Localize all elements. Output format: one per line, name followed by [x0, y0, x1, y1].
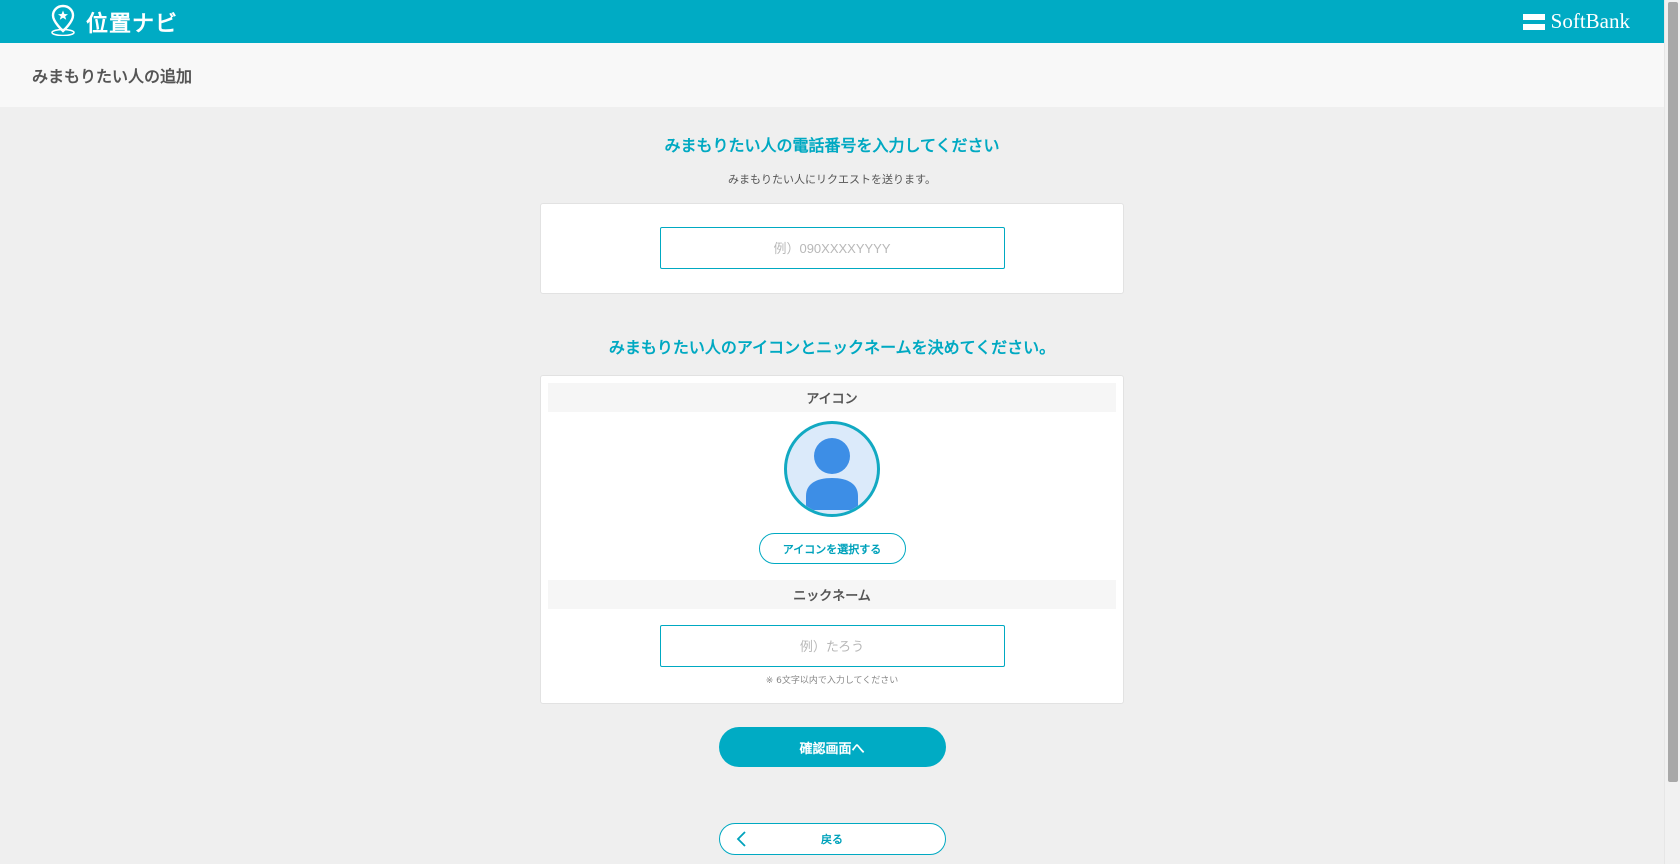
back-button[interactable]: 戻る [718, 823, 946, 855]
page-title: みまもりたい人の追加 [32, 67, 193, 86]
scrollbar-thumb[interactable] [1668, 2, 1678, 782]
phone-number-input[interactable] [659, 227, 1005, 269]
page-viewport: 位置ナビ SoftBank みまもりたい人の追加 みまもりたい人の電話番号を入力… [0, 0, 1680, 864]
phone-section-subtext: みまもりたい人にリクエストを送ります。 [728, 173, 936, 186]
phone-card [540, 203, 1124, 294]
avatar[interactable] [784, 421, 880, 517]
avatar-container [541, 421, 1123, 517]
softbank-bars-icon [1522, 13, 1545, 30]
profile-section-heading: みまもりたい人のアイコンとニックネームを決めてください。 [608, 338, 1056, 357]
chevron-left-icon [736, 831, 748, 850]
phone-section-heading: みまもりたい人の電話番号を入力してください [664, 136, 1000, 155]
softbank-logo: SoftBank [1522, 9, 1630, 34]
back-button-label: 戻る [821, 833, 843, 846]
nickname-section-label: ニックネーム [548, 580, 1116, 609]
select-icon-button[interactable]: アイコンを選択する [758, 533, 906, 564]
icon-section-label: アイコン [548, 383, 1116, 412]
page-title-bar: みまもりたい人の追加 [0, 43, 1664, 107]
nickname-input[interactable] [659, 625, 1005, 667]
confirm-button[interactable]: 確認画面へ [718, 727, 946, 767]
profile-card: アイコン アイコンを選択する ニックネーム ※ 6文字以内で入力してください [540, 375, 1124, 704]
location-pin-star-icon [48, 4, 78, 40]
softbank-logo-text: SoftBank [1550, 9, 1630, 33]
user-silhouette-icon [802, 432, 862, 514]
app-header: 位置ナビ SoftBank [0, 0, 1664, 43]
vertical-scrollbar[interactable] [1664, 0, 1680, 864]
app-logo[interactable]: 位置ナビ [48, 4, 178, 40]
app-name: 位置ナビ [86, 11, 179, 37]
main-content: みまもりたい人の電話番号を入力してください みまもりたい人にリクエストを送ります… [0, 107, 1664, 855]
nickname-note: ※ 6文字以内で入力してください [765, 676, 899, 686]
